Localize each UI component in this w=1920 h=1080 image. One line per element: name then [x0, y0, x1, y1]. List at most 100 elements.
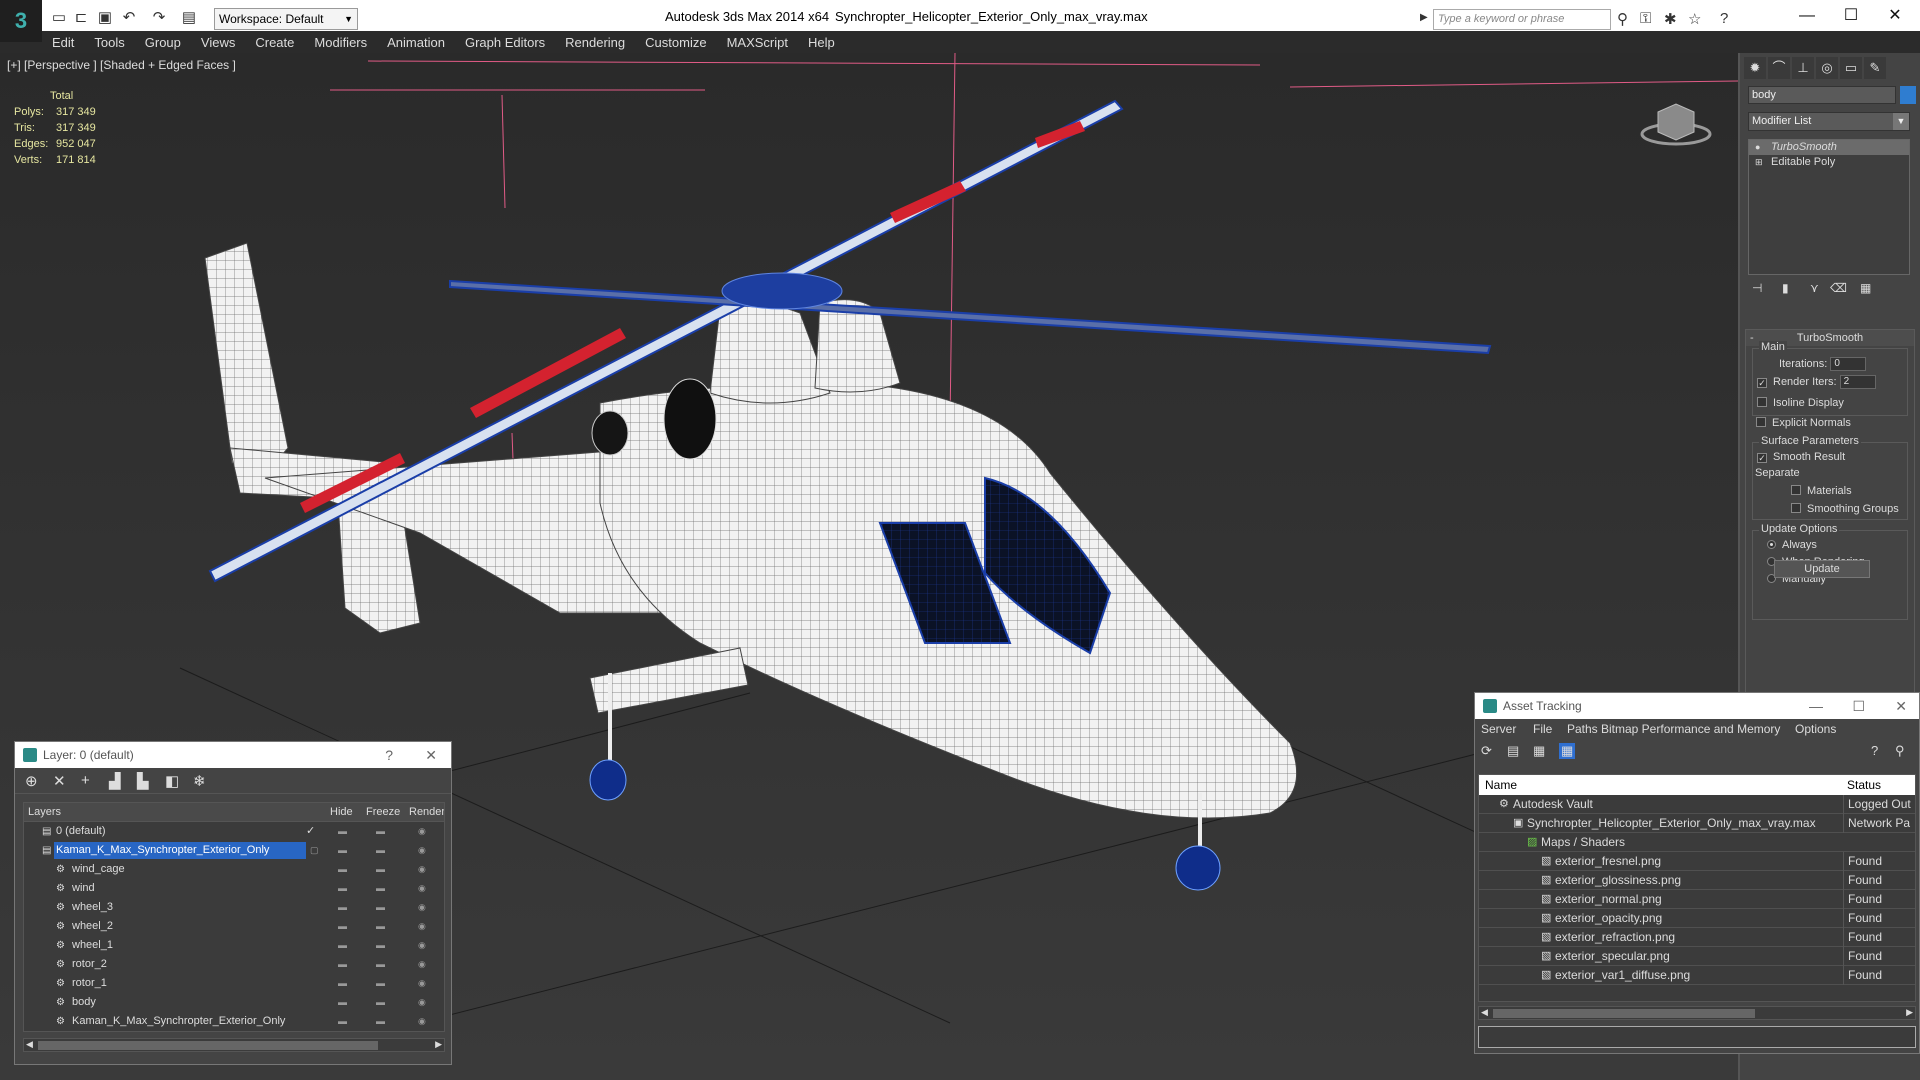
asset-row[interactable]: ⚙ Autodesk Vault Logged Out: [1479, 795, 1915, 814]
active-layer-box-icon[interactable]: ▢: [310, 841, 319, 860]
column-name[interactable]: Name: [1485, 775, 1517, 795]
stack-item-turbosmooth[interactable]: ● TurboSmooth: [1749, 140, 1909, 155]
explicit-normals-checkbox[interactable]: [1756, 417, 1766, 427]
menu-options[interactable]: Options: [1795, 719, 1836, 739]
menu-file[interactable]: File: [1533, 719, 1552, 739]
smooth-result-checkbox[interactable]: ✓: [1757, 453, 1767, 463]
minimize-button[interactable]: —: [1809, 693, 1823, 719]
stack-item-editable-poly[interactable]: ⊞ Editable Poly: [1749, 155, 1909, 170]
search-expand-icon[interactable]: ▶: [1420, 12, 1428, 23]
binoculars-icon[interactable]: ⚲: [1617, 10, 1628, 28]
modifier-list-dropdown[interactable]: Modifier List ▼: [1748, 112, 1910, 131]
minimize-button[interactable]: —: [1784, 4, 1830, 28]
active-layer-check-icon[interactable]: ✓: [306, 822, 315, 841]
redo-icon[interactable]: ↷: [150, 9, 168, 27]
new-file-icon[interactable]: ▭: [50, 9, 68, 27]
pin-stack-icon[interactable]: ⊣: [1752, 281, 1762, 295]
project-folder-icon[interactable]: ▤: [180, 9, 198, 27]
asset-row[interactable]: ▧ exterior_fresnel.png Found: [1479, 852, 1915, 871]
workspace-selector[interactable]: Workspace: Default ▼: [214, 8, 358, 30]
app-logo-icon[interactable]: 3: [0, 0, 42, 42]
modify-tab-icon[interactable]: ⌒: [1768, 57, 1790, 79]
column-layers[interactable]: Layers: [28, 803, 61, 822]
update-button[interactable]: Update: [1774, 560, 1870, 578]
smoothing-groups-checkbox[interactable]: [1791, 503, 1801, 513]
make-unique-icon[interactable]: ⋎: [1810, 281, 1819, 295]
asset-dialog-titlebar[interactable]: Asset Tracking — ☐ ✕: [1475, 693, 1919, 719]
remove-modifier-icon[interactable]: ⌫: [1830, 281, 1847, 295]
search-input[interactable]: Type a keyword or phrase: [1433, 9, 1611, 30]
asset-row[interactable]: ▧ exterior_refraction.png Found: [1479, 928, 1915, 947]
isoline-checkbox[interactable]: [1757, 397, 1767, 407]
asset-row[interactable]: ▧ exterior_specular.png Found: [1479, 947, 1915, 966]
asset-row[interactable]: ▨ Maps / Shaders: [1479, 833, 1915, 852]
render-iters-spinner[interactable]: 2: [1839, 375, 1876, 389]
layer-object-row[interactable]: ⚙ rotor_1 ▬ ▬ ◉: [24, 974, 444, 993]
expand-plus-icon[interactable]: ⊞: [1755, 155, 1763, 170]
render-iters-checkbox[interactable]: ✓: [1757, 377, 1767, 388]
menu-graph-editors[interactable]: Graph Editors: [455, 35, 555, 50]
viewport-label[interactable]: [+] [Perspective ] [Shaded + Edged Faces…: [7, 58, 236, 72]
menu-paths[interactable]: Paths: [1567, 719, 1598, 739]
close-button[interactable]: ✕: [1895, 693, 1907, 719]
layer-object-row[interactable]: ⚙ wind_cage ▬ ▬ ◉: [24, 860, 444, 879]
create-tab-icon[interactable]: ✹: [1744, 57, 1766, 79]
layer-dialog-titlebar[interactable]: Layer: 0 (default) ? ✕: [15, 742, 451, 768]
motion-tab-icon[interactable]: ◎: [1816, 57, 1838, 79]
column-render[interactable]: Render: [409, 803, 444, 822]
hide-all-layers-icon[interactable]: ◧: [165, 772, 179, 790]
maximize-button[interactable]: ☐: [1852, 693, 1865, 719]
layer-object-row[interactable]: ⚙ wind ▬ ▬ ◉: [24, 879, 444, 898]
save-file-icon[interactable]: ▣: [96, 9, 114, 27]
list-view-icon[interactable]: ▤: [1507, 743, 1519, 759]
asset-row[interactable]: ▧ exterior_glossiness.png Found: [1479, 871, 1915, 890]
menu-maxscript[interactable]: MAXScript: [717, 35, 798, 50]
layer-row[interactable]: ▤ 0 (default) ✓ ▬ ▬ ◉: [24, 822, 444, 841]
communication-icon[interactable]: ✱: [1664, 10, 1677, 28]
object-color-swatch[interactable]: [1900, 86, 1916, 104]
lightbulb-icon[interactable]: ●: [1755, 140, 1760, 155]
subscription-icon[interactable]: ⚿: [1640, 10, 1651, 27]
column-status[interactable]: Status: [1847, 775, 1881, 795]
layer-object-row[interactable]: ⚙ wheel_2 ▬ ▬ ◉: [24, 917, 444, 936]
column-hide[interactable]: Hide: [330, 803, 353, 822]
thumbnail-view-icon[interactable]: ▦: [1533, 743, 1545, 759]
layer-object-row[interactable]: ⚙ Kaman_K_Max_Synchropter_Exterior_Only ▬ ▬…: [24, 1012, 444, 1031]
configure-modifier-sets-icon[interactable]: ▦: [1860, 281, 1871, 295]
menu-bitmap-performance[interactable]: Bitmap Performance and Memory: [1601, 719, 1780, 739]
layer-object-row[interactable]: ⚙ body ▬ ▬ ◉: [24, 993, 444, 1012]
select-objects-icon[interactable]: ▟: [109, 772, 121, 790]
materials-checkbox[interactable]: [1791, 485, 1801, 495]
menu-customize[interactable]: Customize: [635, 35, 716, 50]
open-file-icon[interactable]: ⊏: [72, 9, 90, 27]
layer-object-row[interactable]: ⚙ wheel_3 ▬ ▬ ◉: [24, 898, 444, 917]
hierarchy-tab-icon[interactable]: ⊥: [1792, 57, 1814, 79]
maximize-button[interactable]: ☐: [1828, 4, 1874, 28]
asset-row[interactable]: ▧ exterior_var1_diffuse.png Found: [1479, 966, 1915, 985]
menu-animation[interactable]: Animation: [377, 35, 455, 50]
show-end-result-icon[interactable]: ▮: [1782, 281, 1789, 295]
layer-row[interactable]: ▤ Kaman_K_Max_Synchropter_Exterior_Only ▢ ▬…: [24, 841, 444, 860]
help-icon[interactable]: ?: [1720, 10, 1728, 27]
undo-icon[interactable]: ↶: [120, 9, 138, 27]
favorites-star-icon[interactable]: ☆: [1688, 10, 1701, 28]
help-button[interactable]: ?: [385, 742, 393, 768]
layer-object-row[interactable]: ⚙ rotor_2 ▬ ▬ ◉: [24, 955, 444, 974]
utilities-tab-icon[interactable]: ✎: [1864, 57, 1886, 79]
delete-layer-icon[interactable]: ✕: [53, 772, 66, 790]
highlight-layer-icon[interactable]: ▙: [137, 772, 149, 790]
menu-modifiers[interactable]: Modifiers: [304, 35, 377, 50]
display-tab-icon[interactable]: ▭: [1840, 57, 1862, 79]
help-icon[interactable]: ?: [1871, 743, 1878, 758]
horizontal-scrollbar[interactable]: ◀ ▶: [23, 1038, 445, 1052]
menu-views[interactable]: Views: [191, 35, 245, 50]
menu-help[interactable]: Help: [798, 35, 845, 50]
menu-rendering[interactable]: Rendering: [555, 35, 635, 50]
horizontal-scrollbar[interactable]: ◀ ▶: [1478, 1006, 1916, 1020]
menu-tools[interactable]: Tools: [84, 35, 134, 50]
asset-row[interactable]: ▣ Synchropter_Helicopter_Exterior_Only_ma…: [1479, 814, 1915, 833]
menu-group[interactable]: Group: [135, 35, 191, 50]
viewcube-icon[interactable]: [1640, 98, 1712, 146]
asset-row[interactable]: ▧ exterior_normal.png Found: [1479, 890, 1915, 909]
asset-row[interactable]: ▧ exterior_opacity.png Found: [1479, 909, 1915, 928]
